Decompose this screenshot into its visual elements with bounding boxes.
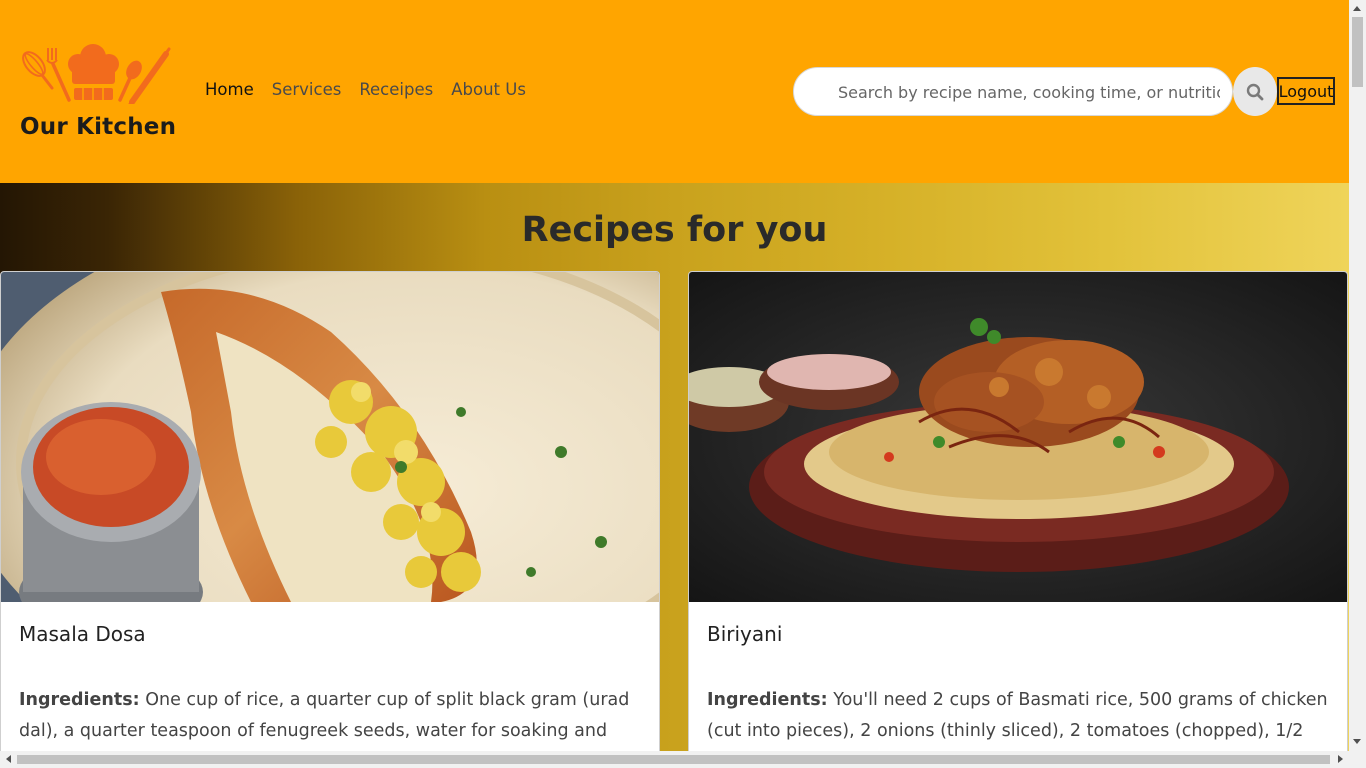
site-header: Our Kitchen Home Services Receipes About…	[0, 0, 1349, 183]
ingredients-label: Ingredients:	[707, 690, 828, 710]
section-title: Recipes for you	[521, 210, 828, 250]
scroll-up-arrow-icon[interactable]	[1353, 6, 1361, 11]
nav-about-us[interactable]: About Us	[451, 80, 526, 99]
brand-name: Our Kitchen	[20, 114, 177, 140]
scroll-left-arrow-icon[interactable]	[6, 755, 11, 763]
nav-receipes[interactable]: Receipes	[359, 80, 433, 99]
recipe-title: Masala Dosa	[19, 622, 146, 646]
masala-dosa-image	[1, 272, 659, 602]
biriyani-image	[689, 272, 1347, 602]
recipe-title: Biriyani	[707, 622, 783, 646]
vertical-scroll-thumb[interactable]	[1352, 17, 1363, 87]
chef-hat-utensils-icon	[22, 44, 171, 104]
biriyani-photo[interactable]	[689, 272, 1347, 602]
nav-services[interactable]: Services	[272, 80, 342, 99]
ingredients-label: Ingredients:	[19, 690, 140, 710]
logout-button[interactable]: Logout	[1277, 77, 1335, 105]
search-input[interactable]	[838, 78, 1220, 106]
horizontal-scroll-thumb[interactable]	[17, 755, 1330, 764]
scroll-down-arrow-icon[interactable]	[1353, 739, 1361, 744]
nav-home[interactable]: Home	[205, 80, 254, 99]
recipe-ingredients: Ingredients: One cup of rice, a quarter …	[19, 685, 644, 747]
search-icon	[1246, 83, 1264, 100]
search-button[interactable]	[1233, 67, 1277, 116]
scroll-right-arrow-icon[interactable]	[1338, 755, 1343, 763]
main-nav: Home Services Receipes About Us	[205, 80, 526, 99]
vertical-scrollbar[interactable]	[1349, 0, 1366, 751]
search-box	[793, 67, 1233, 116]
recipe-card[interactable]: Biriyani Ingredients: You'll need 2 cups…	[688, 271, 1348, 768]
masala-dosa-photo[interactable]	[1, 272, 659, 602]
recipe-card[interactable]: Masala Dosa Ingredients: One cup of rice…	[0, 271, 660, 768]
brand-logo[interactable]: Our Kitchen	[20, 44, 176, 144]
